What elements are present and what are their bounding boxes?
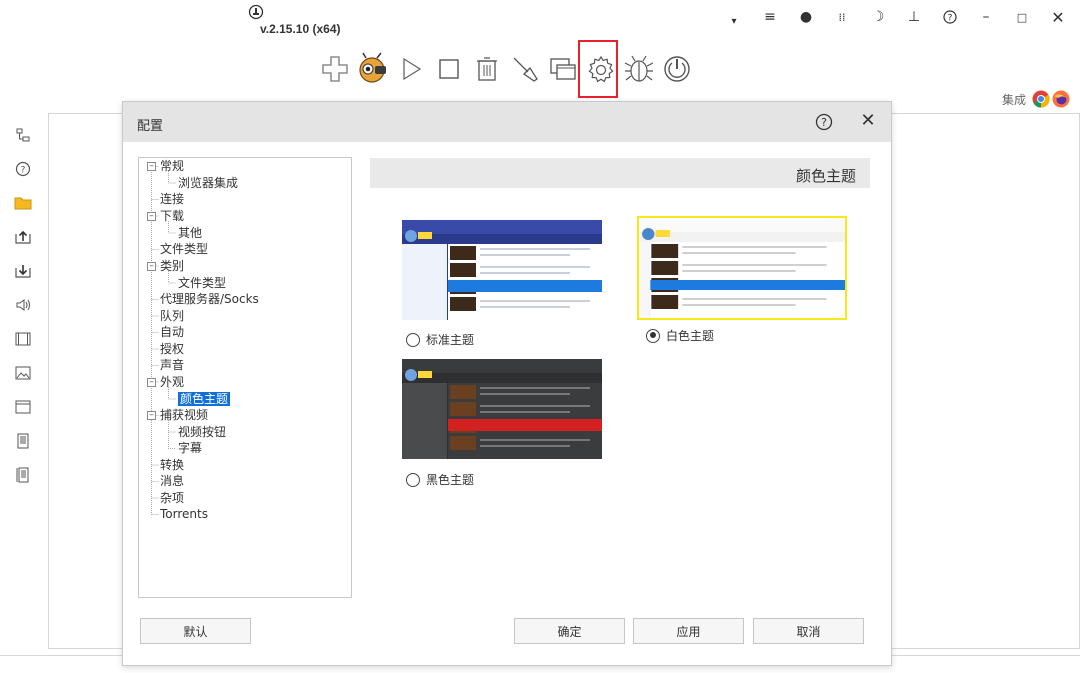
- tree-item-browser-integration[interactable]: 浏览器集成: [178, 175, 238, 191]
- tree-item-appearance[interactable]: 外观: [160, 374, 184, 390]
- start-icon[interactable]: [392, 50, 430, 88]
- tree-item-automation[interactable]: 自动: [160, 324, 184, 340]
- minimize-icon[interactable]: –: [968, 6, 1004, 28]
- help-icon[interactable]: ?: [932, 6, 968, 28]
- app-version: v.2.15.10 (x64): [260, 22, 341, 36]
- tree-item-sounds[interactable]: 声音: [160, 357, 184, 373]
- delete-icon[interactable]: [468, 50, 506, 88]
- tree-item-category-file-types[interactable]: 文件类型: [178, 275, 226, 291]
- tree-item-messages[interactable]: 消息: [160, 473, 184, 489]
- svg-text:?: ?: [821, 116, 827, 129]
- theme-radio-white[interactable]: 白色主题: [646, 327, 714, 344]
- tree-item-video-capture[interactable]: 捕获视频: [160, 407, 208, 423]
- archive-icon[interactable]: [8, 458, 38, 492]
- tree-item-video-button[interactable]: 视频按钮: [178, 424, 226, 440]
- tree-item-torrents[interactable]: Torrents: [160, 506, 208, 522]
- radio-black[interactable]: [406, 472, 420, 487]
- tree-expander[interactable]: –: [147, 162, 156, 171]
- settings-tree: – – – – – 常规 浏览器集成 连接 下载 其他 文件类型 类别 文件类型…: [138, 157, 352, 598]
- tree-item-other[interactable]: 其他: [178, 225, 202, 241]
- theme-label-black: 黑色主题: [426, 473, 475, 487]
- theme-radio-black[interactable]: 黑色主题: [406, 471, 474, 488]
- theme-radio-standard[interactable]: 标准主题: [406, 331, 474, 348]
- dialog-close-icon[interactable]: ✕: [859, 112, 877, 130]
- section-title: 颜色主题: [795, 167, 856, 185]
- settings-button[interactable]: [578, 40, 620, 98]
- document-icon[interactable]: [8, 424, 38, 458]
- audio-icon[interactable]: [8, 288, 38, 322]
- power-icon[interactable]: [658, 50, 696, 88]
- integration-label: 集成: [1001, 92, 1026, 107]
- close-icon[interactable]: ✕: [1040, 6, 1076, 28]
- dropdown-icon[interactable]: ▾: [716, 6, 752, 28]
- tree-item-downloads[interactable]: 下载: [160, 208, 184, 224]
- theme-preview-standard[interactable]: [402, 220, 602, 320]
- chrome-icon[interactable]: [1032, 90, 1050, 108]
- apply-button[interactable]: 应用: [633, 618, 744, 644]
- ok-button[interactable]: 确定: [514, 618, 625, 644]
- firefox-icon[interactable]: [1052, 90, 1070, 108]
- windows-icon[interactable]: [544, 50, 582, 88]
- svg-text:?: ?: [21, 166, 26, 176]
- pin-icon[interactable]: ⊥: [896, 6, 932, 28]
- cancel-button[interactable]: 取消: [753, 618, 864, 644]
- tree-expander[interactable]: –: [147, 212, 156, 221]
- grabber-icon[interactable]: [354, 50, 392, 88]
- radio-standard[interactable]: [406, 332, 420, 347]
- section-header: 颜色主题: [370, 158, 870, 188]
- radio-white[interactable]: [646, 328, 660, 343]
- folder-icon[interactable]: [8, 186, 38, 220]
- app-logo-icon: [248, 4, 264, 20]
- bug-icon[interactable]: [620, 50, 658, 88]
- main-toolbar: [316, 40, 696, 98]
- window-controls: ▾ ≡ ● ⁞⁞ ☽ ⊥ ? – □ ✕: [716, 6, 1076, 28]
- tree-item-conversion[interactable]: 转换: [160, 457, 184, 473]
- tree-expander[interactable]: –: [147, 262, 156, 271]
- tree-icon[interactable]: [8, 118, 38, 152]
- menu-icon[interactable]: ≡: [752, 6, 788, 28]
- theme-label-standard: 标准主题: [426, 333, 475, 347]
- theme-label-white: 白色主题: [666, 329, 715, 343]
- tree-item-misc[interactable]: 杂项: [160, 490, 184, 506]
- add-icon[interactable]: [316, 50, 354, 88]
- tree-item-categories[interactable]: 类别: [160, 258, 184, 274]
- tree-item-color-theme[interactable]: 颜色主题: [178, 391, 231, 407]
- clean-icon[interactable]: [506, 50, 544, 88]
- tree-item-proxy[interactable]: 代理服务器/Socks: [160, 291, 259, 307]
- moon-icon[interactable]: ☽: [860, 6, 896, 28]
- dialog-help-icon[interactable]: ?: [815, 113, 833, 131]
- dialog-title: 配置: [137, 119, 164, 134]
- tree-item-file-types[interactable]: 文件类型: [160, 241, 208, 257]
- maximize-icon[interactable]: □: [1004, 6, 1040, 28]
- tree-expander[interactable]: –: [147, 411, 156, 420]
- tree-item-queue[interactable]: 队列: [160, 308, 184, 324]
- tree-item-license[interactable]: 授权: [160, 341, 184, 357]
- stats-icon[interactable]: ⁞⁞: [824, 6, 860, 28]
- left-sidebar: ?: [8, 118, 38, 492]
- upload-icon[interactable]: [8, 220, 38, 254]
- tree-item-subtitles[interactable]: 字幕: [178, 440, 202, 456]
- tree-item-connection[interactable]: 连接: [160, 191, 184, 207]
- dialog-titlebar: 配置 ? ✕: [123, 102, 891, 142]
- video-icon[interactable]: [8, 322, 38, 356]
- download-icon[interactable]: [8, 254, 38, 288]
- config-dialog: 配置 ? ✕ – – – – – 常规 浏览器集成 连接 下载 其他 文件类型 …: [122, 101, 892, 666]
- help-circle-icon[interactable]: ?: [8, 152, 38, 186]
- theme-preview-white[interactable]: [637, 216, 847, 320]
- theme-preview-black[interactable]: [402, 359, 602, 459]
- image-icon[interactable]: [8, 356, 38, 390]
- default-button[interactable]: 默认: [140, 618, 251, 644]
- settings-highlight-box: [578, 40, 618, 98]
- record-icon[interactable]: ●: [788, 6, 824, 28]
- tree-item-general[interactable]: 常规: [160, 158, 184, 174]
- svg-text:?: ?: [948, 14, 953, 24]
- browser-integration[interactable]: 集成: [1002, 90, 1070, 108]
- stop-icon[interactable]: [430, 50, 468, 88]
- window-icon[interactable]: [8, 390, 38, 424]
- tree-expander[interactable]: –: [147, 378, 156, 387]
